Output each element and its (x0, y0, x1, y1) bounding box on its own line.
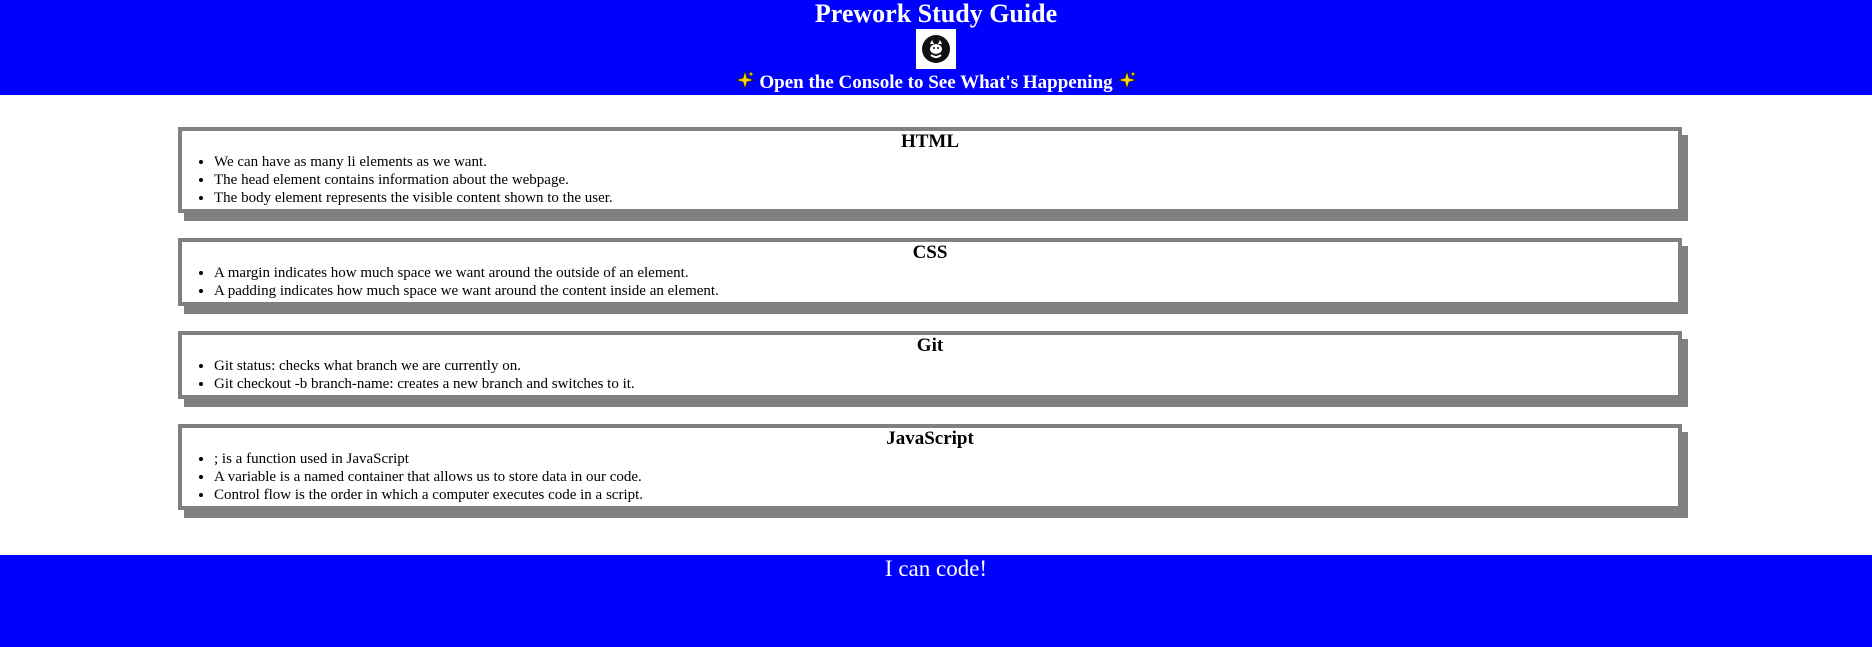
section-title: HTML (900, 131, 960, 152)
section-git: Git Git status: checks what branch we ar… (178, 331, 1682, 399)
page-footer: I can code! (0, 555, 1872, 647)
list-item: A variable is a named container that all… (214, 468, 1678, 486)
page-subtitle: Open the Console to See What's Happening (0, 69, 1872, 97)
section-list: We can have as many li elements as we wa… (182, 153, 1678, 209)
list-item: A padding indicates how much space we wa… (214, 282, 1678, 300)
section-list: A margin indicates how much space we wan… (182, 264, 1678, 302)
list-item: ; is a function used in JavaScript (214, 450, 1678, 468)
sparkles-icon (1116, 69, 1138, 97)
footer-text: I can code! (884, 556, 988, 581)
list-item: Control flow is the order in which a com… (214, 486, 1678, 504)
list-item: Git status: checks what branch we are cu… (214, 357, 1678, 375)
section-list: ; is a function used in JavaScript A var… (182, 450, 1678, 506)
sparkles-icon (734, 69, 756, 97)
section-title: Git (916, 335, 944, 356)
list-item: We can have as many li elements as we wa… (214, 153, 1678, 171)
list-item: The head element contains information ab… (214, 171, 1678, 189)
list-item: A margin indicates how much space we wan… (214, 264, 1678, 282)
section-html: HTML We can have as many li elements as … (178, 127, 1682, 213)
cat-logo-icon (922, 35, 950, 63)
section-list: Git status: checks what branch we are cu… (182, 357, 1678, 395)
main-content: HTML We can have as many li elements as … (0, 95, 1872, 510)
section-title: CSS (912, 242, 948, 263)
page-title: Prework Study Guide (814, 0, 1058, 28)
section-javascript: JavaScript ; is a function used in JavaS… (178, 424, 1682, 510)
subtitle-text: Open the Console to See What's Happening (759, 71, 1113, 93)
list-item: The body element represents the visible … (214, 189, 1678, 207)
page-header: Prework Study Guide Open the Console to … (0, 0, 1872, 95)
list-item: Git checkout -b branch-name: creates a n… (214, 375, 1678, 393)
section-title: JavaScript (886, 428, 974, 449)
section-css: CSS A margin indicates how much space we… (178, 238, 1682, 306)
logo (916, 29, 956, 69)
